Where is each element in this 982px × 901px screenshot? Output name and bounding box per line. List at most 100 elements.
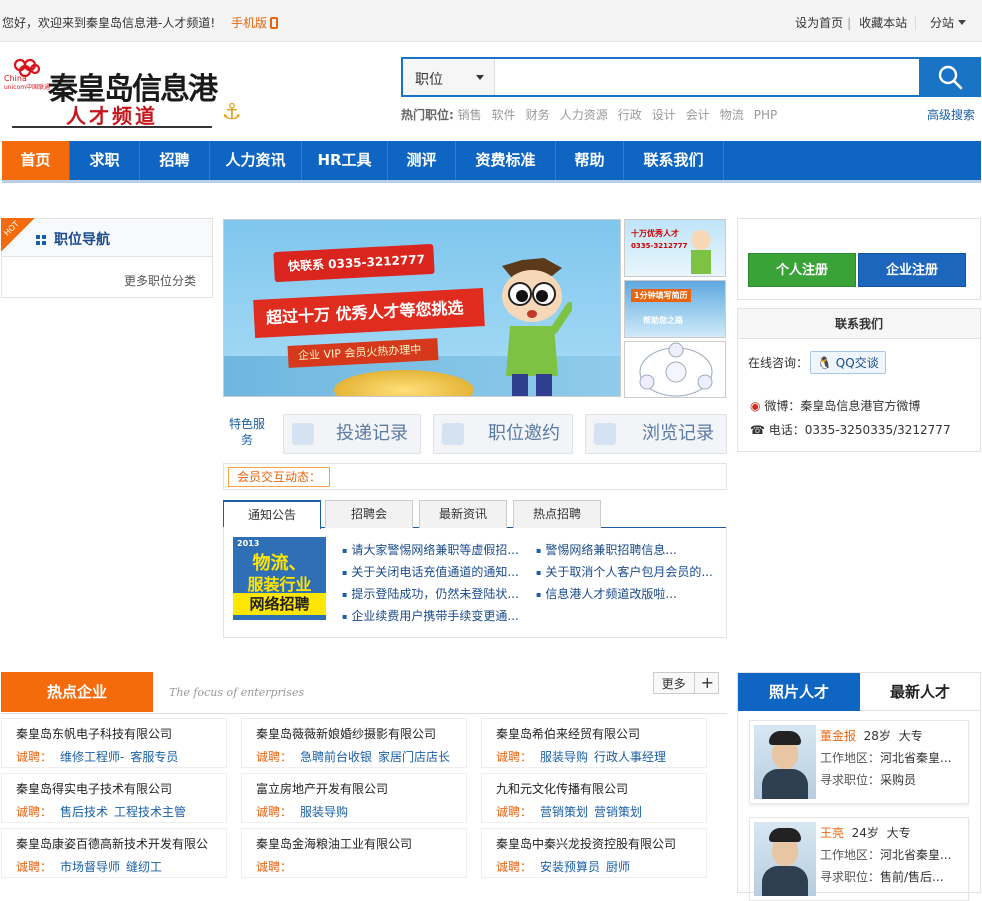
hot-keyword-link[interactable]: 会计 [686, 108, 710, 122]
delivery-record-button[interactable]: 投递记录 [283, 414, 421, 454]
china-unicom-logo: China unicom中国联通 [4, 58, 50, 91]
hot-keyword-link[interactable]: 财务 [526, 108, 550, 122]
job-link[interactable]: 行政人事经理 [594, 750, 666, 764]
notice-item[interactable]: 企业续费用户携带手续变更通... [342, 605, 518, 627]
tab-hot-jobs[interactable]: 热点招聘 [513, 500, 601, 528]
job-link[interactable]: 市场督导师 [60, 860, 120, 874]
notice-item[interactable]: 提示登陆成功，仍然未登陆状... [342, 583, 518, 605]
enterprise-name[interactable]: 秦皇岛金海粮油工业有限公司 [256, 835, 466, 855]
nav-item-help[interactable]: 帮助 [556, 141, 624, 180]
job-link[interactable]: 缝纫工 [126, 860, 162, 874]
company-register-button[interactable]: 企业注册 [858, 253, 966, 287]
search-input[interactable] [495, 59, 919, 95]
job-link[interactable]: 服装导购 [540, 750, 588, 764]
mobile-version-link[interactable]: 手机版 [231, 14, 279, 31]
notice-tabs: 通知公告 招聘会 最新资讯 热点招聘 [223, 500, 727, 529]
hot-keyword-link[interactable]: 行政 [618, 108, 642, 122]
browse-record-button[interactable]: 浏览记录 [585, 414, 727, 454]
grid-icon [36, 235, 46, 245]
search-button[interactable] [919, 57, 981, 97]
notice-list-left: 请大家警惕网络兼职等虚假招...关于关闭电话充值通道的通知...提示登陆成功，仍… [342, 539, 518, 627]
substation-dropdown[interactable]: 分站 [914, 16, 966, 30]
services-label: 特色服务 [228, 417, 265, 447]
qq-chat-button[interactable]: 🐧 QQ交谈 [810, 351, 886, 374]
hot-keywords: 热门职位: 销售 软件 财务 人力资源 行政 设计 会计 物流 PHP [401, 108, 778, 122]
talent-name[interactable]: 董金报 [820, 729, 856, 743]
job-link[interactable]: 售后技术 [60, 805, 108, 819]
notice-item[interactable]: 关于关闭电话充值通道的通知... [342, 561, 518, 583]
enterprise-name[interactable]: 秦皇岛东帆电子科技有限公司 [16, 725, 226, 745]
talent-card[interactable]: 董金报 28岁 大专 工作地区：河北省秦皇... 寻求职位：采购员 [749, 720, 969, 804]
notice-item[interactable]: 信息港人才频道改版啦... [536, 583, 713, 605]
weibo-link[interactable]: 微博：秦皇岛信息港官方微博 [764, 399, 920, 413]
search-category-select[interactable]: 职位 [403, 59, 495, 95]
logo-divider [12, 126, 212, 128]
job-link[interactable]: 营销策划 [594, 805, 642, 819]
nav-item-hr-tools[interactable]: HR工具 [302, 141, 388, 180]
tab-latest-news[interactable]: 最新资讯 [419, 500, 507, 528]
notice-item[interactable]: 关于取消个人客户包月会员的... [536, 561, 712, 583]
job-link[interactable]: 厨师 [606, 860, 630, 874]
job-link[interactable]: 客服专员 [130, 750, 178, 764]
more-categories-link[interactable]: 更多职位分类 [124, 272, 196, 289]
nav-item-recruitment[interactable]: 招聘 [140, 141, 210, 180]
enterprise-card: 秦皇岛薇薇新娘婚纱摄影有限公司 诚聘： 急聘前台收银 家居门店店长 [241, 718, 467, 768]
nav-item-assessment[interactable]: 测评 [388, 141, 456, 180]
main-nav: 首页 求职 招聘 人力资讯 HR工具 测评 资费标准 帮助 联系我们 [2, 141, 981, 183]
site-logo[interactable]: China unicom中国联通 秦皇岛信息港 人才频道 ⚓ [4, 56, 244, 132]
notice-item[interactable]: 警惕网络兼职招聘信息... [536, 539, 713, 561]
job-link[interactable]: 服装导购 [300, 805, 348, 819]
tab-notice[interactable]: 通知公告 [223, 500, 321, 529]
enterprise-name[interactable]: 秦皇岛中秦兴龙投资控股有限公司 [496, 835, 706, 855]
enterprise-name[interactable]: 富立房地产开发有限公司 [256, 780, 466, 800]
thumbnail-banner-1[interactable]: 十万优秀人才 0335-3212777 [624, 219, 726, 277]
advanced-search-link[interactable]: 高级搜索 [927, 106, 975, 123]
enterprise-name[interactable]: 秦皇岛康姿百德高新技术开发有限公 [16, 835, 226, 855]
nav-item-home[interactable]: 首页 [2, 141, 70, 180]
set-home-link[interactable]: 设为首页 [795, 16, 843, 30]
talent-photo[interactable] [754, 725, 816, 799]
bookmark-link[interactable]: 收藏本站 [859, 16, 907, 30]
thumbnail-banner-3[interactable] [624, 341, 726, 398]
hot-keyword-link[interactable]: 物流 [720, 108, 744, 122]
thumbnail-banner-2[interactable]: 1分钟填写简历 帮助您之路 [624, 280, 726, 338]
talent-job: 采购员 [880, 773, 917, 787]
logistics-recruitment-image[interactable]: 2013 物流、 服装行业 网络招聘 [233, 537, 326, 620]
job-link[interactable]: 营销策划 [540, 805, 588, 819]
nav-item-job-seeking[interactable]: 求职 [70, 141, 140, 180]
job-link[interactable]: 急聘前台收银 [300, 750, 372, 764]
talent-name[interactable]: 王亮 [820, 826, 844, 840]
notice-item[interactable]: 请大家警惕网络兼职等虚假招... [342, 539, 518, 561]
job-link[interactable]: 安装预算员 [540, 860, 600, 874]
talent-education: 大专 [898, 729, 923, 743]
nav-item-hr-news[interactable]: 人力资讯 [210, 141, 302, 180]
tab-photo-talent[interactable]: 照片人才 [738, 673, 860, 711]
tab-job-fair[interactable]: 招聘会 [325, 500, 413, 528]
more-enterprises-button[interactable]: 更多 + [652, 672, 719, 694]
nav-item-contact-us[interactable]: 联系我们 [624, 141, 724, 180]
hot-keyword-link[interactable]: 设计 [652, 108, 676, 122]
talent-card[interactable]: 王亮 24岁 大专 工作地区：河北省秦皇... 寻求职位：售前/售后... [749, 817, 969, 901]
chevron-down-icon [476, 75, 484, 80]
enterprise-name[interactable]: 秦皇岛得实电子技术有限公司 [16, 780, 226, 800]
enterprise-name[interactable]: 秦皇岛希伯来经贸有限公司 [496, 725, 706, 745]
job-link[interactable]: 家居门店店长 [378, 750, 450, 764]
job-invitation-button[interactable]: 职位邀约 [433, 414, 573, 454]
hot-keyword-link[interactable]: 软件 [492, 108, 516, 122]
talent-photo[interactable] [754, 822, 816, 896]
enterprise-name[interactable]: 九和元文化传播有限公司 [496, 780, 706, 800]
svg-text:China: China [4, 74, 27, 83]
talent-age: 28岁 [863, 729, 891, 743]
main-banner[interactable]: 快联系 0335-3212777 超过十万 优秀人才等您挑选 企业 VIP 会员… [223, 219, 621, 397]
hot-keyword-link[interactable]: 销售 [458, 108, 482, 122]
nav-item-pricing[interactable]: 资费标准 [456, 141, 556, 180]
talent-panel: 照片人才 最新人才 董金报 28岁 大专 工作地区：河北省秦皇... 寻求职位：采购… [737, 672, 981, 901]
hot-keyword-link[interactable]: PHP [754, 108, 778, 122]
hot-keyword-link[interactable]: 人力资源 [560, 108, 608, 122]
enterprise-name[interactable]: 秦皇岛薇薇新娘婚纱摄影有限公司 [256, 725, 466, 745]
job-link[interactable]: 维修工程师- [60, 750, 124, 764]
job-link[interactable]: 工程技术主管 [114, 805, 186, 819]
personal-register-button[interactable]: 个人注册 [748, 253, 856, 287]
hiring-label: 诚聘： [496, 750, 533, 764]
tab-new-talent[interactable]: 最新人才 [860, 673, 980, 711]
